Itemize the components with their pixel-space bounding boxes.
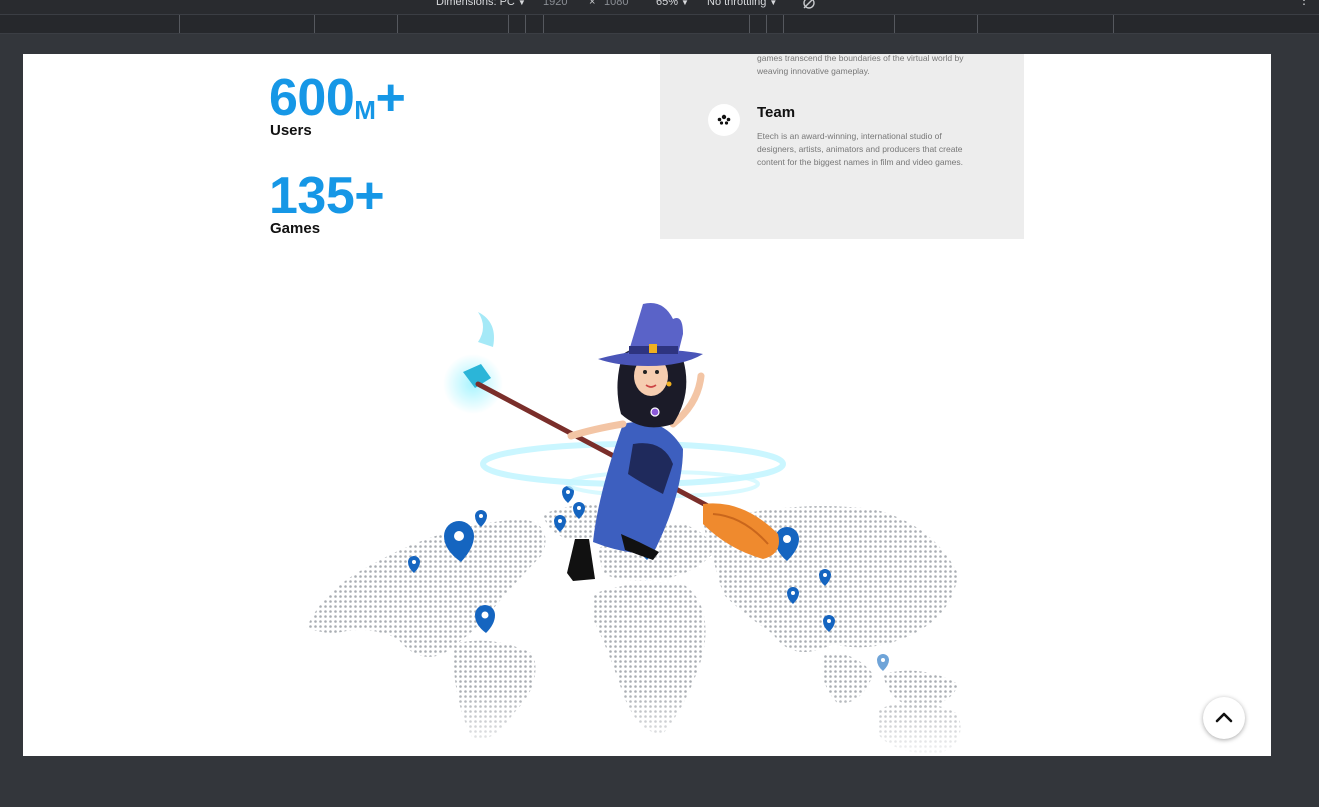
caret-down-icon: ▼ xyxy=(517,0,526,7)
media-query-ruler[interactable] xyxy=(0,15,1319,34)
times-icon: × xyxy=(589,0,596,8)
chevron-up-icon xyxy=(1215,712,1233,723)
caret-down-icon: ▼ xyxy=(681,0,689,7)
zoom-select[interactable]: 65% ▼ xyxy=(656,0,689,8)
height-input[interactable]: 1080 xyxy=(604,0,628,8)
throttling-select[interactable]: No throttling ▼ xyxy=(707,0,778,8)
dimensions-select[interactable]: Dimensions: PC ▼ xyxy=(436,0,526,8)
devtools-device-toolbar: Dimensions: PC ▼ 1920 × 1080 65% ▼ No thro… xyxy=(0,0,1319,15)
scroll-to-top-button[interactable] xyxy=(1203,697,1245,739)
more-options-icon[interactable]: ⋮ xyxy=(1298,0,1310,6)
hero-illustration xyxy=(293,303,993,756)
caret-down-icon: ▼ xyxy=(769,0,778,7)
device-viewport: 600M+ Users 135+ Games games transcend t… xyxy=(23,54,1271,756)
rotate-icon[interactable] xyxy=(802,0,816,11)
width-input[interactable]: 1920 xyxy=(543,0,567,8)
